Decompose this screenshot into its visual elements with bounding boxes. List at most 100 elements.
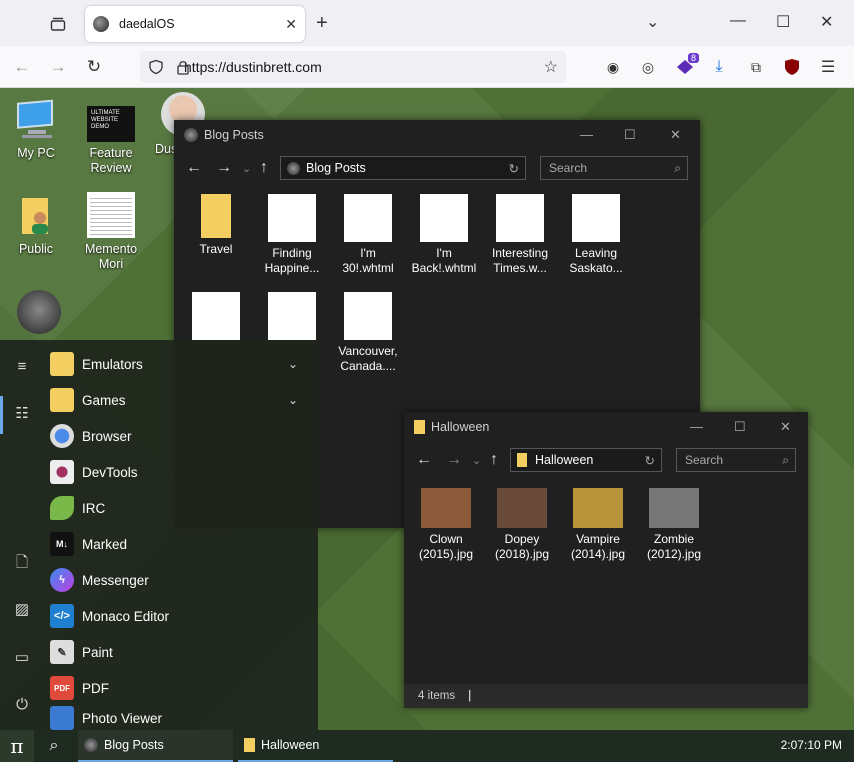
desktop-icon-memento-mori[interactable]: Memento Mori (80, 192, 142, 272)
container-extension-icon[interactable]: ◎ (638, 57, 658, 77)
clock[interactable]: 2:07:10 PM (781, 738, 842, 752)
taskbar-entry-blog-posts[interactable]: Blog Posts (78, 730, 233, 762)
file-item[interactable]: Leaving Saskato... (562, 194, 630, 276)
close-icon[interactable]: ✕ (780, 419, 791, 435)
document-thumbnail-icon (268, 292, 316, 340)
up-icon[interactable]: ↑ (490, 451, 498, 469)
file-item[interactable]: I'm 30!.whtml (334, 194, 402, 276)
window-titlebar[interactable]: Halloween — ☐ ✕ (404, 412, 808, 442)
back-icon[interactable]: ← (186, 159, 202, 177)
bookmark-star-icon[interactable]: ☆ (544, 57, 558, 77)
lock-icon[interactable] (176, 59, 190, 75)
file-item[interactable]: Vampire (2014).jpg (564, 484, 632, 562)
url-bar[interactable]: https://dustinbrett.com ☆ (140, 51, 566, 83)
halloween-window[interactable]: Halloween — ☐ ✕ ← → ⌄ ↑ Halloween ↻ Sear… (404, 412, 808, 708)
file-label: Dopey (2018).jpg (494, 532, 550, 561)
window-titlebar[interactable]: Blog Posts — ☐ ✕ (174, 120, 700, 150)
back-icon[interactable]: ← (416, 451, 432, 469)
start-item-paint[interactable]: ✎ Paint (50, 634, 310, 670)
back-icon[interactable]: ← (10, 55, 34, 79)
ublock-icon[interactable] (782, 57, 802, 77)
desktop-icon-public[interactable]: Public (5, 194, 67, 257)
hamburger-menu-icon[interactable]: ≡ (12, 358, 32, 378)
desktop-icon-brain[interactable] (8, 290, 70, 338)
daedalos-favicon-icon (93, 16, 109, 32)
documents-icon[interactable]: 🗋 (12, 552, 32, 572)
start-item-monaco-editor[interactable]: </> Monaco Editor (50, 598, 310, 634)
address-row: ← → ⌄ ↑ Halloween ↻ Search ⌕ (404, 442, 808, 478)
reload-icon[interactable]: ↻ (82, 55, 106, 79)
list-all-tabs-icon[interactable]: ⌄ (646, 12, 659, 32)
file-item[interactable]: Vancouver, Canada.... (334, 292, 402, 374)
minimize-icon[interactable]: — (730, 12, 746, 30)
video-thumbnail-icon: ULTIMATE WEBSITE DEMO (87, 106, 135, 142)
all-apps-icon[interactable]: ☷ (12, 404, 32, 424)
file-item[interactable]: Finding Happine... (258, 194, 326, 276)
close-icon[interactable]: ✕ (670, 127, 681, 143)
search-placeholder: Search (685, 453, 724, 467)
brain-icon (17, 290, 61, 334)
pictures-icon[interactable]: ▨ (12, 600, 32, 620)
start-button[interactable]: π (0, 730, 34, 762)
start-item-emulators[interactable]: Emulators ⌄ (50, 346, 310, 382)
recent-locations-icon[interactable]: ⌄ (242, 162, 251, 175)
desktop-icon-feature-review[interactable]: ULTIMATE WEBSITE DEMO Feature Review (80, 98, 142, 176)
account-icon[interactable]: ◉ (603, 57, 623, 77)
close-window-icon[interactable]: ✕ (820, 12, 833, 32)
maximize-icon[interactable]: ☐ (734, 419, 746, 435)
address-bar[interactable]: Halloween ↻ (510, 448, 662, 472)
downloads-icon[interactable]: ⤓ (709, 57, 729, 77)
file-item[interactable]: Travel (182, 194, 250, 257)
videos-icon[interactable]: ▭ (12, 648, 32, 668)
recent-locations-icon[interactable]: ⌄ (472, 454, 481, 467)
start-item-irc[interactable]: IRC (50, 490, 310, 526)
file-item[interactable] (258, 292, 326, 344)
refresh-icon[interactable]: ↻ (509, 161, 519, 176)
file-item[interactable]: Zombie (2012).jpg (640, 484, 708, 562)
file-item[interactable]: I'm Back!.whtml (410, 194, 478, 276)
user-folder-icon (14, 194, 58, 238)
search-input[interactable]: Search ⌕ (540, 156, 688, 180)
tab-close-icon[interactable]: ✕ (285, 16, 297, 33)
minimize-icon[interactable]: — (580, 127, 593, 142)
file-item[interactable] (182, 292, 250, 344)
start-item-games[interactable]: Games ⌄ (50, 382, 310, 418)
file-item[interactable]: Dopey (2018).jpg (488, 484, 556, 562)
folder-icon (244, 738, 255, 752)
file-item[interactable]: Clown (2015).jpg (412, 484, 480, 562)
maximize-icon[interactable]: ☐ (624, 127, 636, 143)
menu-hamburger-icon[interactable]: ☰ (818, 57, 838, 77)
item-count: 4 items (418, 690, 456, 702)
window-title: Blog Posts (204, 128, 264, 142)
minimize-icon[interactable]: — (690, 419, 703, 434)
start-item-pdf[interactable]: PDF PDF (50, 670, 310, 706)
search-icon[interactable]: ⌕ (38, 730, 70, 762)
start-item-marked[interactable]: M↓ Marked (50, 526, 310, 562)
folder-icon (517, 453, 527, 467)
file-item[interactable]: Interesting Times.w... (486, 194, 554, 276)
address-bar[interactable]: Blog Posts ↻ (280, 156, 526, 180)
start-item-browser[interactable]: Browser (50, 418, 310, 454)
tab-list-icon[interactable] (44, 10, 72, 38)
forward-icon[interactable]: → (216, 159, 232, 177)
taskbar-entry-label: Halloween (261, 738, 320, 752)
forward-icon[interactable]: → (446, 451, 462, 469)
extension-badge-count: 8 (687, 53, 699, 63)
start-item-devtools[interactable]: DevTools (50, 454, 310, 490)
extension-badge-icon[interactable]: 8 (675, 53, 699, 77)
new-tab-icon[interactable]: + (316, 12, 328, 35)
browser-tab[interactable]: daedalOS ✕ (85, 6, 305, 42)
start-item-label: Games (82, 392, 126, 408)
up-icon[interactable]: ↑ (260, 159, 268, 177)
start-item-photo-viewer[interactable]: Photo Viewer (50, 706, 310, 730)
desktop-icon-my-pc[interactable]: My PC (5, 98, 67, 161)
start-item-messenger[interactable]: ϟ Messenger (50, 562, 310, 598)
extensions-puzzle-icon[interactable]: ⧉ (746, 57, 766, 77)
taskbar-entry-halloween[interactable]: Halloween (238, 730, 393, 762)
power-icon[interactable]: ⏻ (12, 696, 32, 716)
refresh-icon[interactable]: ↻ (645, 453, 655, 468)
forward-icon[interactable]: → (46, 55, 70, 79)
search-input[interactable]: Search ⌕ (676, 448, 796, 472)
maximize-icon[interactable]: ☐ (776, 12, 790, 32)
shield-icon[interactable] (148, 59, 164, 75)
